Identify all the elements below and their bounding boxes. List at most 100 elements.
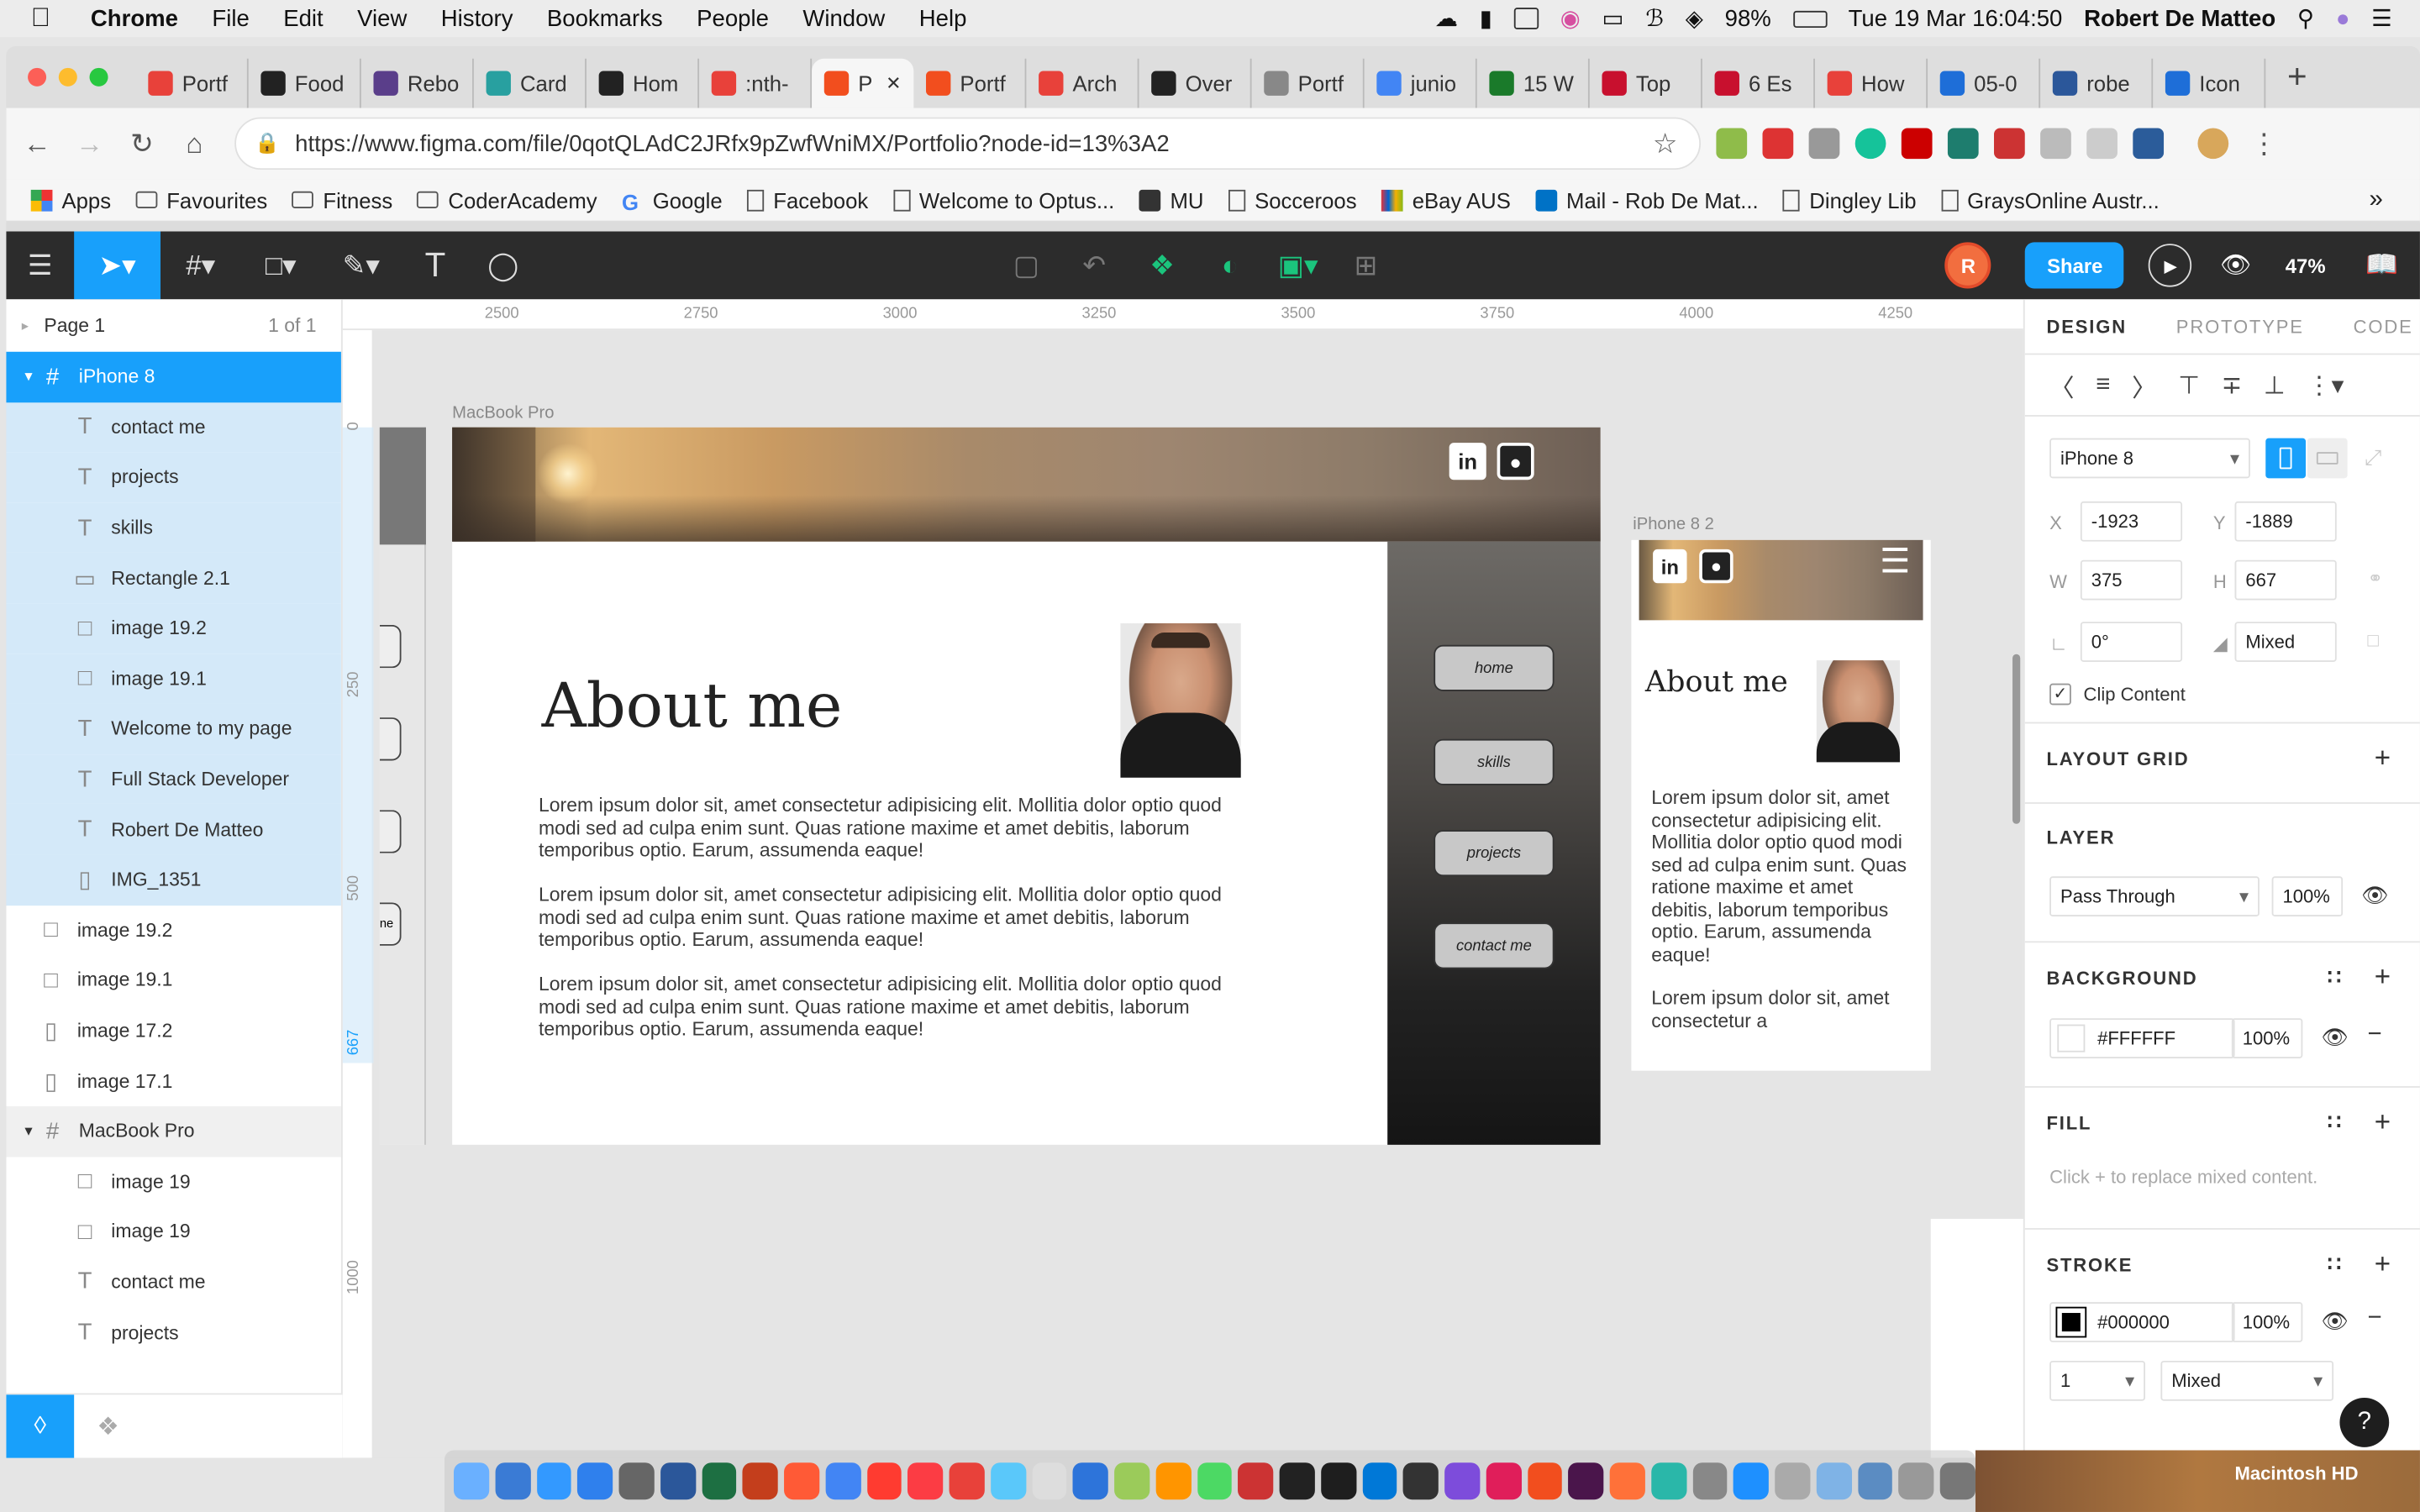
frame-tool-icon[interactable]: #▾ xyxy=(160,232,241,300)
battery-percent[interactable]: 98% xyxy=(1725,5,1771,31)
comment-tool-icon[interactable]: ◯ xyxy=(469,232,537,300)
dock-app-icon[interactable] xyxy=(495,1462,530,1500)
browser-tab[interactable]: Top xyxy=(1590,58,1702,108)
browser-tab[interactable]: Food xyxy=(249,58,361,108)
mask-icon[interactable]: ◐ xyxy=(1196,232,1264,300)
layer-row[interactable]: □ image 19.1 xyxy=(6,653,341,704)
rectangle-tool-icon[interactable]: □▾ xyxy=(241,232,322,300)
about-paragraph-2[interactable]: Lorem ipsum dolor sit, amet consectetur … xyxy=(539,884,1234,951)
align-center-h-icon[interactable]: ≡ xyxy=(2096,371,2110,399)
clip-content-checkbox[interactable]: ✓ xyxy=(2049,683,2071,706)
zoom-level[interactable]: 47% xyxy=(2286,254,2326,277)
about-heading[interactable]: About me xyxy=(542,671,843,742)
spotlight-icon[interactable]: ⚲ xyxy=(2297,5,2314,32)
grammarly-icon[interactable] xyxy=(1854,128,1886,160)
stroke-color-input[interactable]: #000000 xyxy=(2049,1302,2235,1342)
dock-app-icon[interactable] xyxy=(1939,1462,1975,1500)
dock-app-icon[interactable] xyxy=(1650,1462,1686,1500)
bookmark-fitness[interactable]: Fitness xyxy=(292,187,392,213)
layer-row[interactable]: T Welcome to my page xyxy=(6,703,341,754)
dock-app-icon[interactable] xyxy=(1816,1462,1852,1500)
design-canvas[interactable]: 2500 2750 3000 3250 3500 3750 4000 4250 0 250 500… xyxy=(342,299,2023,1458)
chrome-menu-icon[interactable]: ⋮ xyxy=(2250,128,2278,160)
github-icon[interactable]: ● xyxy=(1497,443,1534,480)
layer-row[interactable]: □ image 19.1 xyxy=(6,955,341,1005)
background-opacity-input[interactable]: 100% xyxy=(2231,1018,2303,1058)
stroke-swatch[interactable] xyxy=(2055,1306,2087,1338)
caret-down-icon[interactable]: ▾ xyxy=(24,369,32,386)
align-right-icon[interactable]: 〉 xyxy=(2132,366,2156,403)
dock-app-icon[interactable] xyxy=(1031,1462,1067,1500)
dock-app-icon[interactable] xyxy=(949,1462,985,1500)
layer-row[interactable]: Tskills xyxy=(6,502,341,554)
clock[interactable]: Tue 19 Mar 16:04:50 xyxy=(1849,5,2063,31)
dock-app-icon[interactable] xyxy=(1733,1462,1769,1500)
dock-app-icon[interactable] xyxy=(1197,1462,1233,1500)
offscreen-nav-button[interactable] xyxy=(379,717,402,761)
extension-blue-icon[interactable] xyxy=(2133,128,2165,160)
offscreen-nav-button[interactable] xyxy=(379,624,402,669)
height-input[interactable]: 667 xyxy=(2234,559,2337,601)
close-tab-icon[interactable]: ✕ xyxy=(886,72,901,94)
background-color-input[interactable]: #FFFFFF xyxy=(2049,1018,2235,1058)
menu-view[interactable]: View xyxy=(357,5,407,31)
layers-tab-icon[interactable]: ◊ xyxy=(6,1394,75,1458)
bookmark-ebay[interactable]: eBay AUS xyxy=(1381,187,1511,213)
background-visibility-icon[interactable]: 👁 xyxy=(2321,1025,2349,1051)
dock-app-icon[interactable] xyxy=(1114,1462,1150,1500)
browser-tab[interactable]: Card xyxy=(474,58,587,108)
blend-mode-select[interactable]: Pass Through ▾ xyxy=(2049,876,2260,916)
browser-tab[interactable]: Portf xyxy=(913,58,1027,108)
browser-tab[interactable]: Arch xyxy=(1026,58,1139,108)
browser-tab[interactable]: Hom xyxy=(587,58,700,108)
browser-tab[interactable]: Portf xyxy=(136,58,249,108)
nav-button-skills[interactable]: skills xyxy=(1434,738,1555,785)
close-window-button[interactable] xyxy=(28,67,47,87)
extension-off-icon[interactable] xyxy=(1901,128,1933,160)
artboard-label-macbook[interactable]: MacBook Pro xyxy=(452,404,554,423)
hamburger-icon[interactable]: ☰ xyxy=(1880,543,1917,577)
layer-row[interactable]: T Robert De Matteo xyxy=(6,804,341,855)
cloud-icon[interactable]: ☁ xyxy=(1435,5,1459,32)
align-bottom-icon[interactable]: ⊥ xyxy=(2264,370,2286,401)
layer-row[interactable]: □ image 19.2 xyxy=(6,905,341,955)
battery-icon[interactable] xyxy=(1792,9,1827,28)
dock-app-icon[interactable] xyxy=(866,1462,902,1500)
profile-avatar[interactable] xyxy=(2197,128,2229,160)
dock-app-icon[interactable] xyxy=(1527,1462,1563,1500)
vertical-scrollbar[interactable] xyxy=(2012,654,2021,824)
mobile-hero-image[interactable]: in ● ☰ xyxy=(1639,539,1923,621)
layer-row[interactable]: ▾ # MacBook Pro xyxy=(6,1105,341,1157)
url-text[interactable]: https://www.figma.com/file/0qotQLAdC2JRf… xyxy=(295,130,1170,156)
dock-app-icon[interactable] xyxy=(660,1462,696,1500)
new-tab-button[interactable]: + xyxy=(2287,57,2307,97)
component-boundary-icon[interactable]: ▢ xyxy=(992,232,1060,300)
offscreen-nav-button[interactable]: ne xyxy=(379,902,402,946)
artboard-iphone[interactable]: in ● ☰ About me Lorem ipsum dolor sit, a… xyxy=(1631,539,1931,1071)
layer-opacity-input[interactable]: 100% xyxy=(2271,876,2344,916)
dock-app-icon[interactable] xyxy=(784,1462,819,1500)
caret-down-icon[interactable]: ▾ xyxy=(24,1123,32,1140)
browser-tab[interactable]: 05-0 xyxy=(1928,58,2041,108)
browser-tab[interactable]: junio xyxy=(1365,58,1477,108)
layer-row[interactable]: □ image 19 xyxy=(6,1206,341,1257)
hamburger-menu-icon[interactable]: ☰ xyxy=(6,232,74,300)
layer-row[interactable]: □ image 19.2 xyxy=(6,603,341,654)
layer-row[interactable]: ▾ # iPhone 8 xyxy=(6,351,341,402)
nav-button-home[interactable]: home xyxy=(1434,644,1555,691)
macintosh-hd-label[interactable]: Macintosh HD xyxy=(2235,1462,2359,1484)
about-paragraph-3[interactable]: Lorem ipsum dolor sit, amet consectetur … xyxy=(539,974,1234,1041)
menu-file[interactable]: File xyxy=(212,5,249,31)
add-layout-grid-icon[interactable]: + xyxy=(2375,742,2392,774)
artboard-macbook[interactable]: in ● home skills projects contact me Abo… xyxy=(452,427,1601,1145)
bookmark-mu[interactable]: MU xyxy=(1139,187,1203,213)
extension-deals-icon[interactable] xyxy=(1716,128,1748,160)
share-button[interactable]: Share xyxy=(2025,242,2125,289)
layer-visibility-icon[interactable]: 👁 xyxy=(2361,883,2389,909)
landscape-orientation-icon[interactable] xyxy=(2307,438,2348,479)
bookmark-socceroos[interactable]: Socceroos xyxy=(1228,187,1357,213)
x-input[interactable]: -1923 xyxy=(2080,501,2183,542)
browser-tab[interactable]: Icon xyxy=(2153,58,2266,108)
dock-app-icon[interactable] xyxy=(1857,1462,1893,1500)
mobile-paragraph-1[interactable]: Lorem ipsum dolor sit, amet consectetur … xyxy=(1651,787,1913,966)
